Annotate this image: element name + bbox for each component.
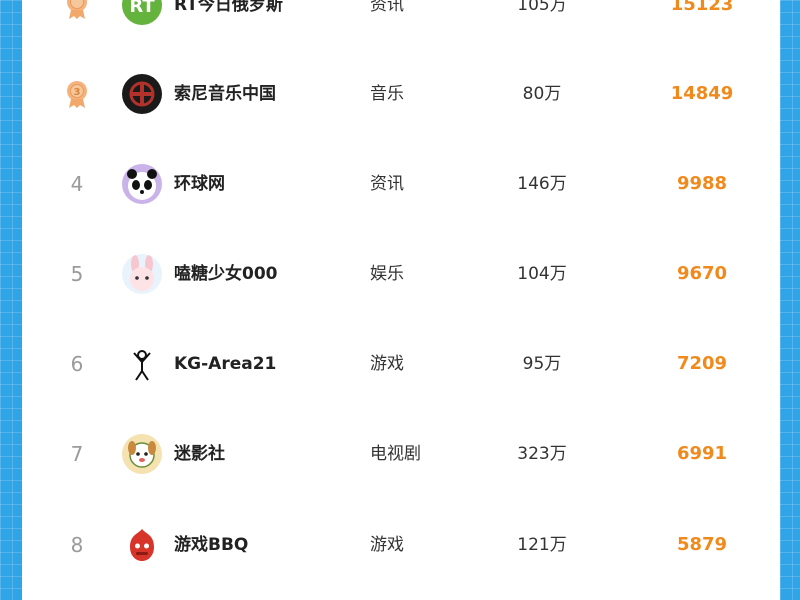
channel-name[interactable]: RT今日俄罗斯 [174,0,283,17]
channel-category: 资讯 [370,0,404,15]
fan-count: 146万 [517,174,567,194]
ranking-card: RT RT今日俄罗斯 资讯 105万 15123 3 索尼音乐中国 音乐 80万… [22,0,780,600]
ranking-row[interactable]: RT RT今日俄罗斯 资讯 105万 15123 [22,0,780,50]
channel-category: 游戏 [370,535,404,555]
score-value: 9988 [676,173,728,194]
score-value: 7209 [676,353,728,374]
silver-medal-icon [64,0,90,20]
fan-count: 323万 [517,444,567,464]
score-value: 9670 [676,263,728,284]
svg-text:3: 3 [74,87,81,98]
sony-music-avatar[interactable] [122,74,162,114]
ranking-row[interactable]: 4 环球网 资讯 146万 9988 [22,139,780,229]
channel-category: 资讯 [370,174,404,194]
ranking-row[interactable]: 7 迷影社 电视剧 323万 6991 [22,409,780,499]
channel-category: 娱乐 [370,264,404,284]
fan-count: 80万 [522,84,562,104]
red-mascot-avatar[interactable] [122,525,162,565]
channel-name[interactable]: 环球网 [174,172,225,196]
fan-count: 95万 [522,354,562,374]
stick-figure-avatar[interactable] [122,344,162,384]
svg-text:RT: RT [129,0,155,17]
pink-bunny-avatar[interactable] [122,254,162,294]
channel-category: 游戏 [370,354,404,374]
rank-number: 5 [70,262,84,286]
ranking-row[interactable]: 8 游戏BBQ 游戏 121万 5879 [22,500,780,590]
fan-count: 104万 [517,264,567,284]
score-value: 5879 [676,534,728,555]
ranking-row[interactable]: 6 KG-Area21 游戏 95万 7209 [22,319,780,409]
channel-name[interactable]: KG-Area21 [174,352,276,376]
ranking-row[interactable]: 5 嗑糖少女000 娱乐 104万 9670 [22,229,780,319]
cartoon-dog-avatar[interactable] [122,434,162,474]
rank-number: 4 [70,172,84,196]
channel-name[interactable]: 嗑糖少女000 [174,262,278,286]
ranking-row[interactable]: 3 索尼音乐中国 音乐 80万 14849 [22,49,780,139]
panda-avatar[interactable] [122,164,162,204]
score-value: 14849 [670,83,734,104]
fan-count: 105万 [517,0,567,15]
channel-name[interactable]: 游戏BBQ [174,533,248,557]
rank-number: 8 [70,533,84,557]
rank-number: 7 [70,442,84,466]
rt-logo-avatar[interactable]: RT [122,0,162,25]
channel-category: 音乐 [370,84,404,104]
channel-name[interactable]: 索尼音乐中国 [174,82,276,106]
channel-category: 电视剧 [370,444,421,464]
score-value: 6991 [676,443,728,464]
bronze-medal-icon: 3 [64,79,90,109]
fan-count: 121万 [517,535,567,555]
score-value: 15123 [670,0,734,15]
channel-name[interactable]: 迷影社 [174,442,225,466]
rank-number: 6 [70,352,84,376]
